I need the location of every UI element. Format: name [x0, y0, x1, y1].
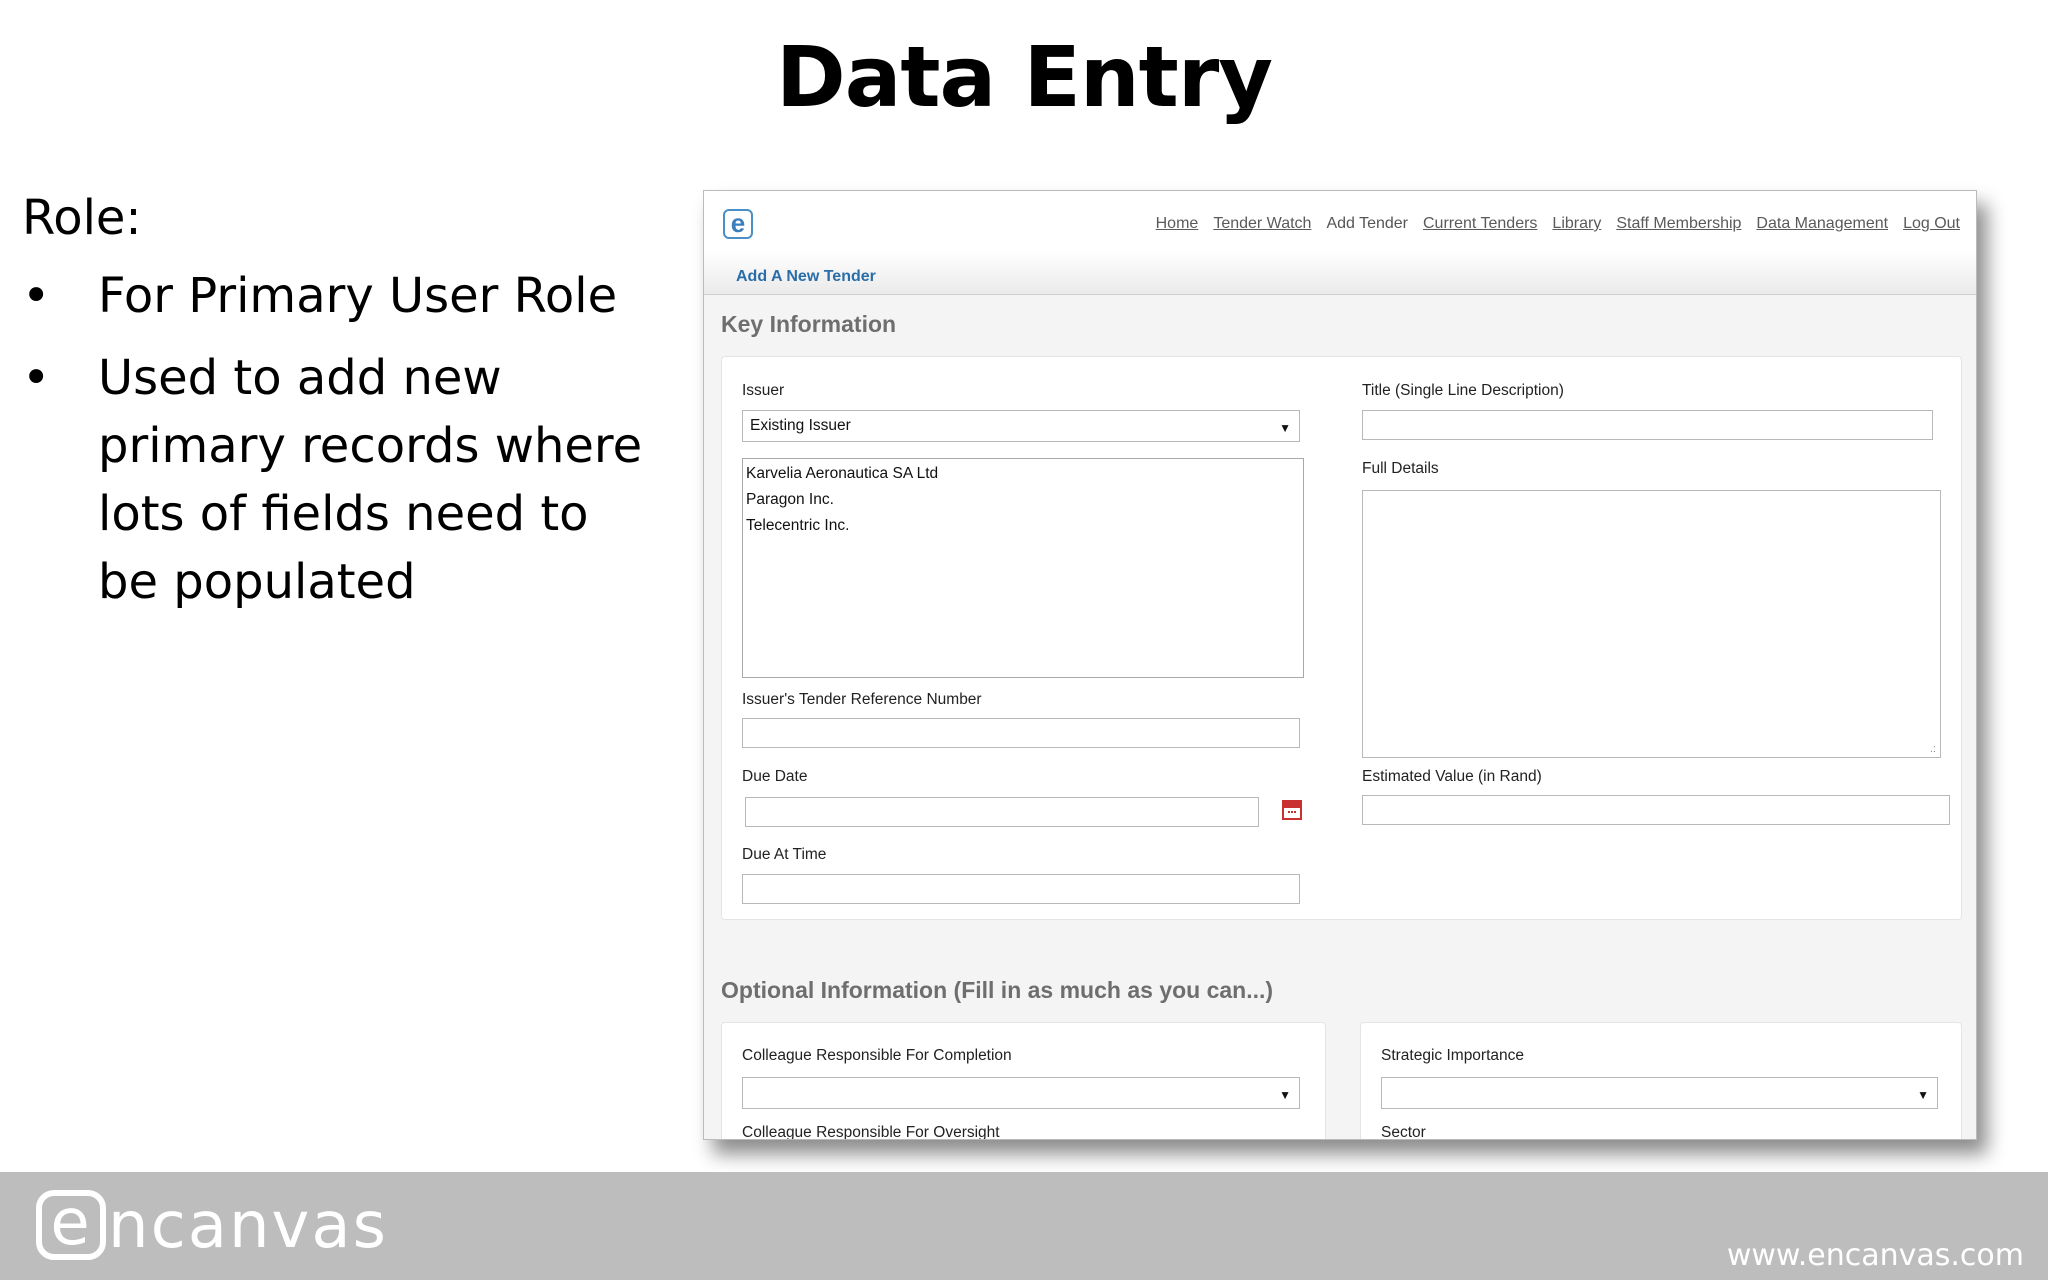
app-screenshot: e Home Tender Watch Add Tender Current T…	[703, 190, 1977, 1140]
estimated-value-label: Estimated Value (in Rand)	[1362, 768, 1542, 785]
tender-reference-label: Issuer's Tender Reference Number	[742, 691, 982, 708]
strategic-importance-label: Strategic Importance	[1381, 1047, 1525, 1064]
issuer-select-value: Existing Issuer	[750, 417, 851, 434]
completion-colleague-select[interactable]: ▼	[742, 1077, 1300, 1109]
nav-data-management[interactable]: Data Management	[1756, 215, 1888, 233]
bullet-item: • Used to add new primary records where l…	[22, 350, 643, 610]
bullet-text: For Primary User Role	[98, 268, 618, 324]
nav-staff-membership[interactable]: Staff Membership	[1616, 215, 1741, 233]
footer-url: www.encanvas.com	[1726, 1238, 2024, 1273]
due-date-label: Due Date	[742, 768, 808, 785]
logo-e-icon: e	[36, 1190, 106, 1260]
chevron-down-icon: ▼	[1917, 1088, 1929, 1102]
nav-log-out[interactable]: Log Out	[1903, 215, 1960, 233]
due-at-time-label: Due At Time	[742, 846, 827, 863]
nav-current-tenders[interactable]: Current Tenders	[1423, 215, 1537, 233]
title-input[interactable]	[1362, 410, 1933, 440]
key-information-panel: Issuer Existing Issuer ▼ Karvelia Aerona…	[721, 356, 1962, 920]
resize-grip-icon[interactable]: .:	[1930, 743, 1936, 755]
main-nav: Home Tender Watch Add Tender Current Ten…	[1156, 215, 1960, 233]
title-label: Title (Single Line Description)	[1362, 382, 1564, 399]
issuer-listbox[interactable]: Karvelia Aeronautica SA Ltd Paragon Inc.…	[742, 458, 1304, 678]
tab-add-new-tender[interactable]: Add A New Tender	[736, 268, 876, 286]
optional-left-panel: Colleague Responsible For Completion ▼ C…	[721, 1022, 1326, 1140]
optional-information-heading: Optional Information (Fill in as much as…	[721, 977, 1274, 1003]
estimated-value-input[interactable]	[1362, 795, 1950, 825]
role-bullets: • For Primary User Role • Used to add new …	[22, 262, 662, 616]
bullet-item: • For Primary User Role	[22, 268, 618, 324]
issuer-select[interactable]: Existing Issuer ▼	[742, 410, 1300, 442]
app-logo-icon[interactable]: e	[723, 209, 753, 239]
list-item[interactable]: Karvelia Aeronautica SA Ltd	[743, 461, 1303, 487]
due-date-input[interactable]	[745, 797, 1259, 827]
chevron-down-icon: ▼	[1279, 421, 1291, 435]
sector-label: Sector	[1381, 1124, 1426, 1140]
nav-home[interactable]: Home	[1156, 215, 1199, 233]
full-details-label: Full Details	[1362, 460, 1439, 477]
nav-tender-watch[interactable]: Tender Watch	[1213, 215, 1311, 233]
optional-right-panel: Strategic Importance ▼ Sector	[1360, 1022, 1962, 1140]
list-item[interactable]: Paragon Inc.	[743, 487, 1303, 513]
role-label: Role:	[22, 190, 142, 246]
nav-add-tender[interactable]: Add Tender	[1326, 215, 1408, 233]
issuer-label: Issuer	[742, 382, 785, 399]
chevron-down-icon: ▼	[1279, 1088, 1291, 1102]
role-description: Role: • For Primary User Role • Used to ad…	[22, 188, 662, 630]
completion-colleague-label: Colleague Responsible For Completion	[742, 1047, 1012, 1064]
app-header: e Home Tender Watch Add Tender Current T…	[704, 191, 1976, 251]
key-information-heading: Key Information	[721, 311, 897, 337]
strategic-importance-select[interactable]: ▼	[1381, 1077, 1938, 1109]
bullet-text: Used to add new primary records where lo…	[98, 350, 643, 610]
sub-nav: Add A New Tender	[704, 251, 1976, 295]
list-item[interactable]: Telecentric Inc.	[743, 513, 1303, 539]
logo-text: ncanvas	[108, 1189, 388, 1263]
nav-library[interactable]: Library	[1552, 215, 1601, 233]
tender-reference-input[interactable]	[742, 718, 1300, 748]
encanvas-logo: e ncanvas	[36, 1190, 388, 1262]
oversight-colleague-label: Colleague Responsible For Oversight	[742, 1124, 1000, 1140]
slide-title: Data Entry	[775, 28, 1273, 126]
full-details-textarea[interactable]: .:	[1362, 490, 1941, 758]
slide-footer: e ncanvas www.encanvas.com	[0, 1172, 2048, 1280]
calendar-icon[interactable]	[1282, 800, 1302, 820]
due-at-time-input[interactable]	[742, 874, 1300, 904]
